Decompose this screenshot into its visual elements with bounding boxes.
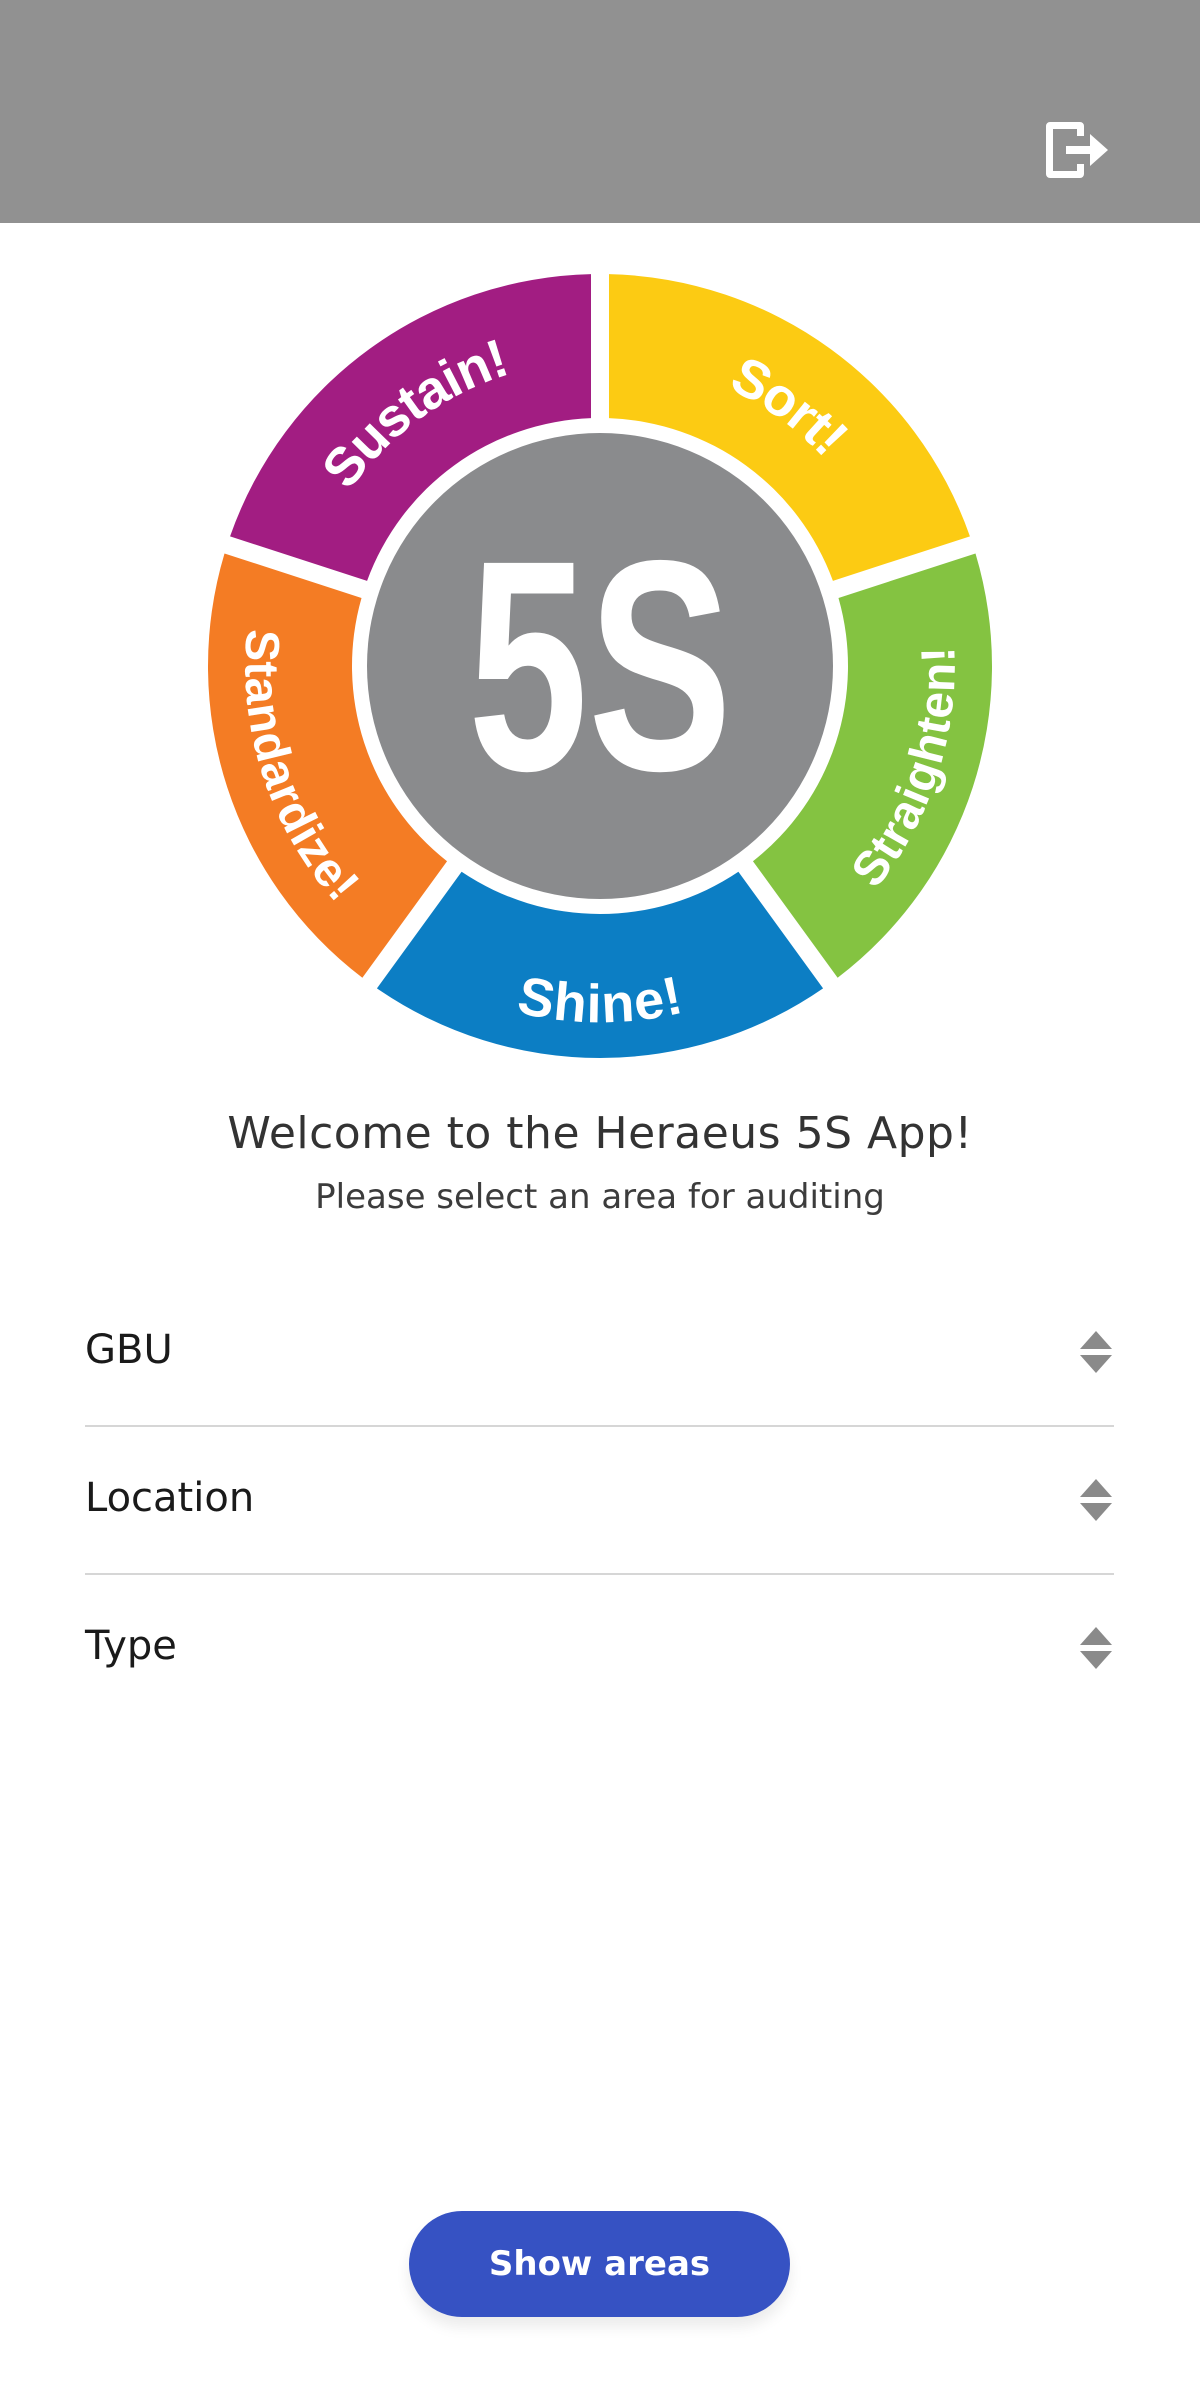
welcome-subtitle: Please select an area for auditing (315, 1177, 885, 1217)
logo-segment-label: Shine! (513, 965, 687, 1034)
top-app-bar (0, 0, 1200, 223)
gbu-select[interactable]: GBU (85, 1277, 1114, 1427)
5s-logo: 5S Sort!Straighten!Shine!Standardize!Sus… (208, 274, 992, 1058)
logout-icon (1046, 122, 1108, 178)
location-select-label: Location (85, 1475, 255, 1521)
gbu-select-label: GBU (85, 1327, 173, 1373)
type-select-label: Type (85, 1623, 177, 1669)
logout-button[interactable] (1036, 110, 1116, 190)
show-areas-button[interactable]: Show areas (409, 2211, 790, 2317)
type-select[interactable]: Type (85, 1573, 1114, 1721)
sort-arrows-icon (1080, 1479, 1112, 1521)
welcome-title: Welcome to the Heraeus 5S App! (227, 1108, 973, 1159)
sort-arrows-icon (1080, 1627, 1112, 1669)
sort-arrows-icon (1080, 1331, 1112, 1373)
location-select[interactable]: Location (85, 1425, 1114, 1575)
logo-center-text: 5S (468, 498, 732, 833)
